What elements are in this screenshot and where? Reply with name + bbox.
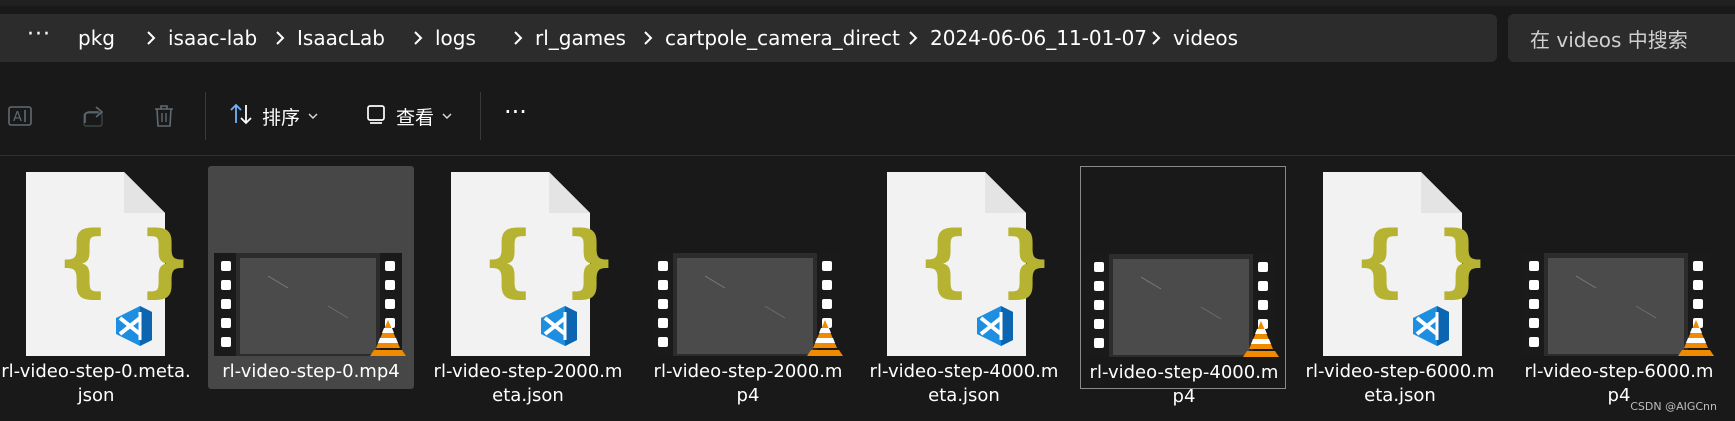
file-name: rl-video-step-6000.m eta.json bbox=[1305, 361, 1495, 406]
breadcrumb-rl-games[interactable]: rl_games bbox=[535, 14, 630, 62]
file-name: rl-video-step-0.mp4 bbox=[222, 361, 400, 382]
chevron-down-icon bbox=[308, 113, 318, 119]
file-name: rl-video-step-2000.m eta.json bbox=[433, 361, 623, 406]
breadcrumb-videos[interactable]: videos bbox=[1173, 14, 1263, 62]
file-tile-step-2000-meta-json[interactable]: rl-video-step-2000.m eta.json bbox=[425, 166, 631, 406]
sort-icon bbox=[228, 101, 254, 132]
share-icon[interactable] bbox=[76, 98, 112, 134]
file-name: rl-video-step-4000.m p4 bbox=[1089, 362, 1279, 407]
file-tile-step-2000-mp4[interactable]: rl-video-step-2000.m p4 bbox=[645, 166, 851, 406]
window-top-strip bbox=[0, 0, 1735, 6]
search-input[interactable]: 在 videos 中搜索 bbox=[1508, 14, 1735, 62]
breadcrumb-logs[interactable]: logs bbox=[435, 14, 500, 62]
json-file-icon bbox=[861, 166, 1067, 356]
chevron-right-icon[interactable] bbox=[133, 14, 168, 62]
watermark: CSDN @AIGCnn bbox=[1630, 400, 1717, 413]
view-icon bbox=[364, 102, 388, 131]
chevron-right-icon[interactable] bbox=[630, 14, 665, 62]
command-bar: A 排序 查看 ··· bbox=[0, 80, 1735, 152]
video-file-icon bbox=[208, 166, 414, 356]
svg-text:A: A bbox=[13, 110, 22, 125]
toolbar-separator bbox=[0, 155, 1735, 156]
breadcrumb-run-folder[interactable]: 2024-06-06_11-01-07 bbox=[930, 14, 1147, 62]
file-name: rl-video-step-4000.m eta.json bbox=[869, 361, 1059, 406]
more-icon: ··· bbox=[504, 98, 527, 126]
breadcrumb-cartpole-camera-direct[interactable]: cartpole_camera_direct bbox=[665, 14, 900, 62]
delete-icon[interactable] bbox=[146, 98, 182, 134]
json-file-icon bbox=[425, 166, 631, 356]
file-tile-step-6000-mp4[interactable]: rl-video-step-6000.m p4 bbox=[1516, 166, 1722, 406]
video-file-icon bbox=[645, 166, 851, 356]
breadcrumb-overflow-button[interactable]: ··· bbox=[0, 14, 78, 62]
sort-button[interactable]: 排序 bbox=[228, 96, 318, 136]
chevron-right-icon[interactable] bbox=[1138, 14, 1173, 62]
video-file-icon bbox=[1516, 166, 1722, 356]
view-label: 查看 bbox=[396, 106, 435, 129]
file-tile-step-0-meta-json[interactable]: rl-video-step-0.meta. json bbox=[0, 166, 206, 406]
breadcrumb-isaaclab[interactable]: IsaacLab bbox=[297, 14, 400, 62]
json-file-icon bbox=[0, 166, 206, 356]
toolbar-divider bbox=[480, 92, 481, 140]
chevron-right-icon[interactable] bbox=[262, 14, 297, 62]
file-tile-step-0-mp4[interactable]: rl-video-step-0.mp4 bbox=[208, 166, 414, 389]
chevron-right-icon[interactable] bbox=[895, 14, 930, 62]
chevron-down-icon bbox=[442, 113, 452, 119]
json-file-icon bbox=[1297, 166, 1503, 356]
toolbar-divider bbox=[205, 92, 206, 140]
file-name: rl-video-step-0.meta. json bbox=[1, 361, 191, 406]
file-tile-step-4000-meta-json[interactable]: rl-video-step-4000.m eta.json bbox=[861, 166, 1067, 406]
address-bar[interactable]: ··· pkg isaac-lab IsaacLab logs rl_games… bbox=[0, 14, 1497, 62]
chevron-right-icon[interactable] bbox=[500, 14, 535, 62]
file-name: rl-video-step-2000.m p4 bbox=[653, 361, 843, 406]
breadcrumb-pkg[interactable]: pkg bbox=[78, 14, 133, 62]
sort-label: 排序 bbox=[262, 106, 301, 129]
chevron-right-icon[interactable] bbox=[400, 14, 435, 62]
video-file-icon bbox=[1081, 167, 1287, 357]
rename-icon[interactable]: A bbox=[2, 98, 38, 134]
file-tile-step-4000-mp4[interactable]: rl-video-step-4000.m p4 bbox=[1080, 166, 1287, 407]
breadcrumb-isaac-lab[interactable]: isaac-lab bbox=[168, 14, 262, 62]
file-tile-step-6000-meta-json[interactable]: rl-video-step-6000.m eta.json bbox=[1297, 166, 1503, 406]
more-options-button[interactable]: ··· bbox=[504, 96, 527, 136]
view-button[interactable]: 查看 bbox=[364, 96, 452, 136]
